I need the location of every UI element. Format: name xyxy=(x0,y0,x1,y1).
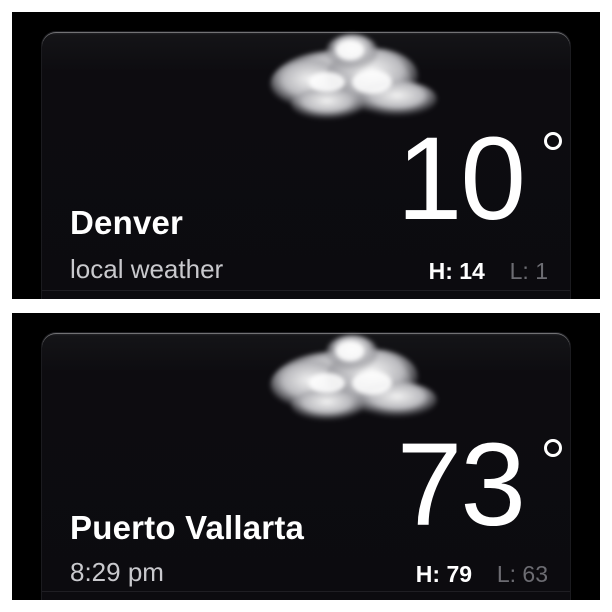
temperature-value: 10 xyxy=(396,113,526,245)
card-divider xyxy=(42,290,570,291)
high-label: H: xyxy=(428,258,453,284)
temperature-display: 10 xyxy=(397,120,526,238)
low-label: L: xyxy=(496,561,517,587)
weather-panel-denver: 10 Denver local weather H: 14 L: 1 xyxy=(12,12,600,299)
low-value: 63 xyxy=(522,561,548,587)
high-value: 14 xyxy=(459,258,485,284)
card-divider xyxy=(42,591,570,592)
weather-card[interactable]: 73 Puerto Vallarta 8:29 pm H: 79 L: 63 xyxy=(42,333,570,600)
local-time: 8:29 pm xyxy=(70,557,164,587)
temperature-value: 73 xyxy=(396,419,526,551)
low-value: 1 xyxy=(535,258,548,284)
high-label: H: xyxy=(415,561,441,587)
weather-panel-puerto-vallarta: 73 Puerto Vallarta 8:29 pm H: 79 L: 63 xyxy=(12,313,600,600)
city-name: Puerto Vallarta xyxy=(70,509,305,546)
degree-symbol xyxy=(544,132,562,150)
high-low: H: 79 L: 63 xyxy=(416,561,548,588)
temperature-display: 73 xyxy=(397,426,526,544)
weather-card[interactable]: 10 Denver local weather H: 14 L: 1 xyxy=(42,32,570,299)
low-label: L: xyxy=(509,258,529,284)
high-value: 79 xyxy=(446,561,473,587)
high-low: H: 14 L: 1 xyxy=(429,258,548,285)
degree-symbol xyxy=(544,439,562,457)
location-subtitle: local weather xyxy=(70,254,224,284)
city-name: Denver xyxy=(70,204,184,241)
